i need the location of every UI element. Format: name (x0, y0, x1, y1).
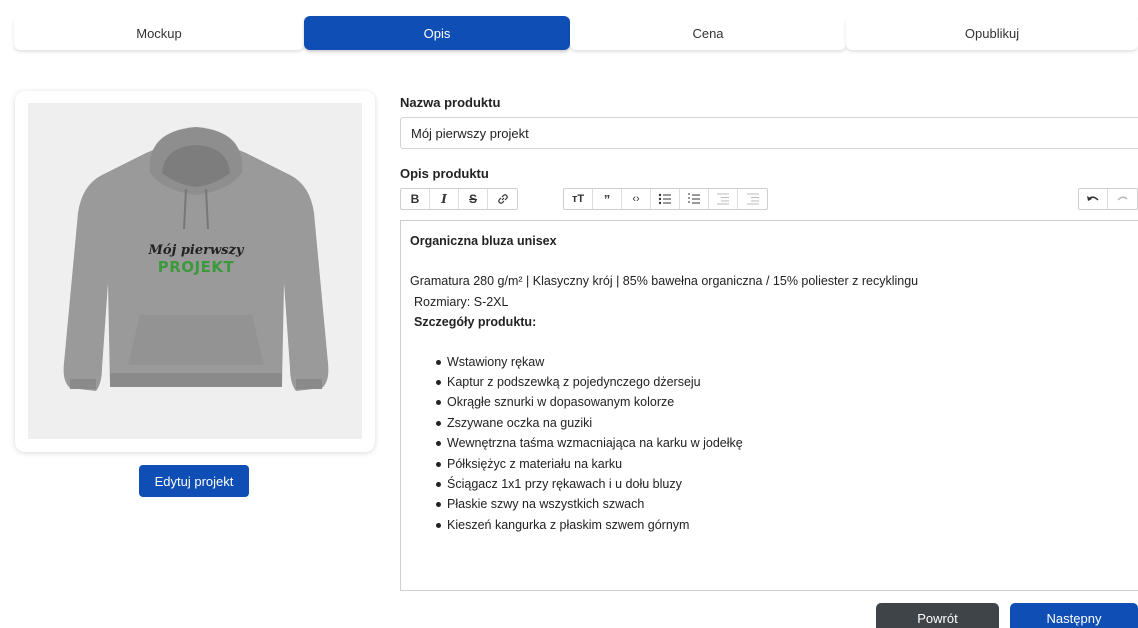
formatting-group: B I S (400, 188, 518, 210)
product-name-input[interactable] (400, 117, 1138, 149)
feature-list: Wstawiony rękaw Kaptur z podszewką z poj… (410, 352, 1138, 536)
list-item: Półksiężyc z materiału na karku (436, 454, 1138, 474)
list-item: Kaptur z podszewką z pojedynczego dżerse… (436, 372, 1138, 392)
list-item: Zszywane oczka na guziki (436, 413, 1138, 433)
edit-design-button[interactable]: Edytuj projekt (139, 465, 249, 497)
tab-opis[interactable]: Opis (304, 16, 570, 50)
list-item: Kieszeń kangurka z płaskim szwem górnym (436, 515, 1138, 535)
step-tabs: Mockup Opis Cena Opublikuj (14, 16, 1138, 50)
editor-toolbar: B I S тT ” ‹› (400, 188, 1138, 210)
description-specs: Gramatura 280 g/m² | Klasyczny krój | 85… (410, 274, 919, 289)
product-name-label: Nazwa produktu (400, 95, 501, 110)
history-group (1078, 188, 1138, 210)
design-text-line1: Mój pierwszy (148, 243, 244, 258)
next-button[interactable]: Następny (1010, 603, 1138, 628)
design-text-line2: PROJEKT (157, 258, 235, 276)
product-description-label: Opis produktu (400, 166, 489, 181)
description-details-heading: Szczegóły produktu: (414, 315, 537, 330)
list-item: Płaskie szwy na wszystkich szwach (436, 494, 1138, 514)
block-group: тT ” ‹› (563, 188, 768, 210)
product-image: Mój pierwszy PROJEKT (28, 103, 362, 439)
description-title: Organiczna bluza unisex (410, 234, 557, 248)
list-item: Ściągacz 1x1 przy rękawach i u dołu bluz… (436, 474, 1138, 494)
strikethrough-icon[interactable]: S (459, 189, 488, 209)
heading-icon[interactable]: тT (564, 189, 593, 209)
tab-opublikuj[interactable]: Opublikuj (846, 16, 1138, 50)
link-icon[interactable] (488, 189, 517, 209)
italic-icon[interactable]: I (430, 189, 459, 209)
numbered-list-icon[interactable] (680, 189, 709, 209)
description-sizes: Rozmiary: S-2XL (414, 294, 509, 309)
bold-icon[interactable]: B (401, 189, 430, 209)
indent-icon[interactable] (738, 189, 767, 209)
outdent-icon[interactable] (709, 189, 738, 209)
list-item: Wewnętrzna taśma wzmacniająca na karku w… (436, 433, 1138, 453)
tab-cena[interactable]: Cena (570, 16, 846, 50)
back-button[interactable]: Powrót (876, 603, 999, 628)
list-item: Wstawiony rękaw (436, 352, 1138, 372)
redo-icon[interactable] (1108, 189, 1137, 209)
product-preview-card: Mój pierwszy PROJEKT (15, 91, 375, 452)
description-editor[interactable]: Organiczna bluza unisex Gramatura 280 g/… (400, 220, 1138, 591)
quote-icon[interactable]: ” (593, 189, 622, 209)
undo-icon[interactable] (1079, 189, 1108, 209)
bullet-list-icon[interactable] (651, 189, 680, 209)
tab-mockup[interactable]: Mockup (14, 16, 304, 50)
list-item: Okrągłe sznurki w dopasowanym kolorze (436, 392, 1138, 412)
code-icon[interactable]: ‹› (622, 189, 651, 209)
